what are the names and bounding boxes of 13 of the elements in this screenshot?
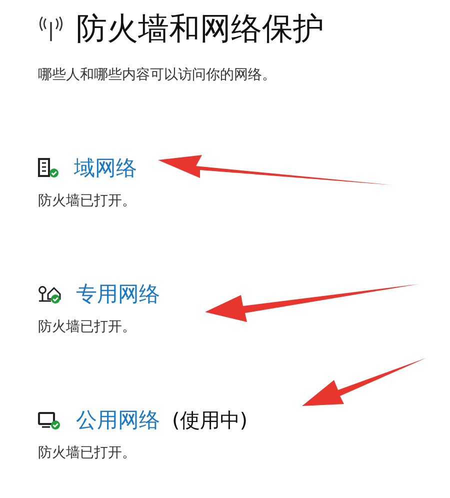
network-link[interactable]: 专用网络	[76, 280, 160, 308]
in-use-label: (使用中)	[172, 406, 248, 434]
building-check-icon	[38, 158, 60, 178]
firewall-status: 防火墙已打开。	[38, 318, 137, 336]
network-link[interactable]: 域网络	[74, 154, 137, 182]
house-tree-check-icon	[38, 284, 62, 304]
firewall-status: 防火墙已打开。	[38, 192, 137, 210]
monitor-check-icon	[38, 410, 62, 430]
firewall-status: 防火墙已打开。	[38, 444, 137, 462]
page-description: 哪些人和哪些内容可以访问你的网络。	[38, 66, 277, 84]
page-title: 防火墙和网络保护	[76, 10, 324, 49]
network-link[interactable]: 公用网络	[76, 406, 160, 434]
broadcast-icon	[38, 15, 64, 43]
